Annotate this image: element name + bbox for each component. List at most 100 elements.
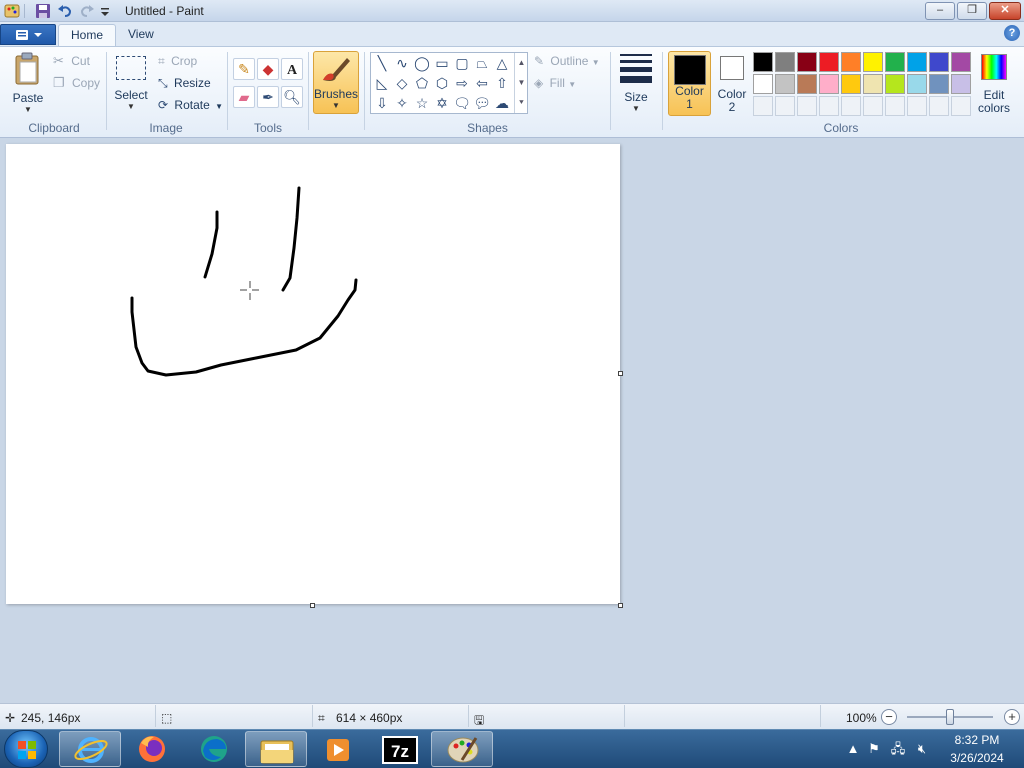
four-point-star-shape-icon[interactable]: ✧ [392, 93, 412, 113]
scroll-up-icon[interactable]: ▲ [515, 53, 528, 73]
left-arrow-shape-icon[interactable]: ⇦ [472, 73, 492, 93]
palette-swatch[interactable] [841, 74, 861, 94]
diamond-shape-icon[interactable]: ◇ [392, 73, 412, 93]
fill-button[interactable]: ◈ Fill ▼ [534, 73, 576, 93]
oval-shape-icon[interactable]: ◯ [412, 53, 432, 73]
minimize-button[interactable]: – [925, 2, 955, 20]
drawing-canvas[interactable] [6, 144, 620, 604]
palette-swatch[interactable] [907, 52, 927, 72]
zoom-out-button[interactable]: − [881, 709, 897, 725]
canvas-resize-handle-right[interactable] [618, 371, 623, 376]
custom-color-slot[interactable] [951, 96, 971, 116]
custom-color-slot[interactable] [841, 96, 861, 116]
custom-color-slot[interactable] [929, 96, 949, 116]
magnifier-tool[interactable]: 🔍︎ [281, 86, 303, 108]
custom-color-slot[interactable] [797, 96, 817, 116]
hexagon-shape-icon[interactable]: ⬡ [432, 73, 452, 93]
zoom-in-button[interactable]: + [1004, 709, 1020, 725]
right-triangle-shape-icon[interactable]: ◺ [372, 73, 392, 93]
size-button[interactable]: Size ▼ [616, 52, 656, 114]
taskbar-explorer[interactable] [245, 731, 307, 767]
palette-swatch[interactable] [929, 74, 949, 94]
custom-color-slot[interactable] [863, 96, 883, 116]
curve-shape-icon[interactable]: ∿ [392, 53, 412, 73]
paste-button[interactable]: Paste ▼ [8, 52, 48, 116]
canvas-resize-handle-corner[interactable] [618, 603, 623, 608]
palette-swatch[interactable] [753, 74, 773, 94]
outline-button[interactable]: ✎ Outline ▼ [534, 51, 600, 71]
text-tool[interactable]: A [281, 58, 303, 80]
color-picker-tool[interactable]: ✒ [257, 86, 279, 108]
palette-swatch[interactable] [797, 52, 817, 72]
expand-gallery-icon[interactable]: ⯆ [515, 93, 528, 113]
custom-color-slot[interactable] [885, 96, 905, 116]
taskbar-media-player[interactable] [307, 731, 369, 767]
copy-button[interactable]: ❐ Copy [53, 73, 100, 93]
custom-color-slot[interactable] [907, 96, 927, 116]
five-point-star-shape-icon[interactable]: ☆ [412, 93, 432, 113]
paint-app-icon[interactable] [4, 3, 20, 19]
pencil-tool[interactable]: ✎ [233, 58, 255, 80]
palette-swatch[interactable] [775, 52, 795, 72]
shapes-scroll[interactable]: ▲ ▼ ⯆ [514, 53, 528, 113]
up-arrow-shape-icon[interactable]: ⇧ [492, 73, 512, 93]
close-button[interactable]: ✕ [989, 2, 1021, 20]
right-arrow-shape-icon[interactable]: ⇨ [452, 73, 472, 93]
rounded-rectangle-shape-icon[interactable]: ▢ [452, 53, 472, 73]
taskbar-7zip[interactable]: 7z [369, 731, 431, 767]
restore-button[interactable]: ❐ [957, 2, 987, 20]
clock-time[interactable]: 8:32 PM [942, 733, 1012, 747]
zoom-slider-thumb[interactable] [946, 709, 954, 725]
tab-view[interactable]: View [116, 24, 166, 46]
palette-swatch[interactable] [863, 52, 883, 72]
line-shape-icon[interactable]: ╲ [372, 53, 392, 73]
action-center-flag-icon[interactable]: ⚑ [866, 741, 882, 757]
eraser-tool[interactable]: ▰ [233, 86, 255, 108]
palette-swatch[interactable] [775, 74, 795, 94]
select-button[interactable]: Select ▼ [113, 54, 149, 114]
brushes-button[interactable]: Brushes ▼ [313, 51, 359, 114]
six-point-star-shape-icon[interactable]: ✡ [432, 93, 452, 113]
palette-swatch[interactable] [951, 52, 971, 72]
file-menu-button[interactable] [0, 24, 56, 45]
rectangle-shape-icon[interactable]: ▭ [432, 53, 452, 73]
redo-icon[interactable] [79, 3, 95, 19]
palette-swatch[interactable] [797, 74, 817, 94]
clock-date[interactable]: 3/26/2024 [942, 751, 1012, 765]
color1-button[interactable]: Color 1 [668, 51, 711, 116]
palette-swatch[interactable] [819, 52, 839, 72]
canvas-resize-handle-bottom[interactable] [310, 603, 315, 608]
rect-callout-shape-icon[interactable]: 🗨︎ [452, 93, 472, 113]
save-icon[interactable] [35, 3, 51, 19]
start-button[interactable] [4, 730, 48, 768]
undo-icon[interactable] [57, 3, 73, 19]
palette-swatch[interactable] [907, 74, 927, 94]
network-icon[interactable]: 🖧︎ [890, 741, 906, 757]
custom-color-slot[interactable] [753, 96, 773, 116]
edit-colors-button[interactable]: Edit colors [975, 52, 1013, 116]
palette-swatch[interactable] [885, 52, 905, 72]
fill-tool[interactable]: ◆ [257, 58, 279, 80]
taskbar-paint[interactable] [431, 731, 493, 767]
palette-swatch[interactable] [841, 52, 861, 72]
help-button[interactable]: ? [1004, 25, 1020, 41]
volume-muted-icon[interactable]: 🔇︎ [914, 741, 930, 757]
show-hidden-icons[interactable]: ▲ [845, 741, 861, 757]
palette-swatch[interactable] [929, 52, 949, 72]
crop-button[interactable]: ⌗ Crop [158, 51, 197, 71]
cut-button[interactable]: ✂ Cut [53, 51, 90, 71]
palette-swatch[interactable] [753, 52, 773, 72]
triangle-shape-icon[interactable]: △ [492, 53, 512, 73]
taskbar-internet-explorer[interactable] [59, 731, 121, 767]
cloud-callout-shape-icon[interactable]: ☁ [492, 93, 512, 113]
customize-qa-icon[interactable] [99, 3, 115, 19]
scroll-down-icon[interactable]: ▼ [515, 73, 528, 93]
rotate-button[interactable]: ⟳ Rotate ▼ [158, 95, 223, 115]
polygon-shape-icon[interactable]: ⏢ [472, 53, 492, 73]
custom-color-slot[interactable] [775, 96, 795, 116]
palette-swatch[interactable] [819, 74, 839, 94]
color2-button[interactable]: Color 2 [713, 51, 751, 116]
taskbar-edge[interactable] [183, 731, 245, 767]
palette-swatch[interactable] [863, 74, 883, 94]
resize-button[interactable]: ⤡ Resize [158, 73, 211, 93]
